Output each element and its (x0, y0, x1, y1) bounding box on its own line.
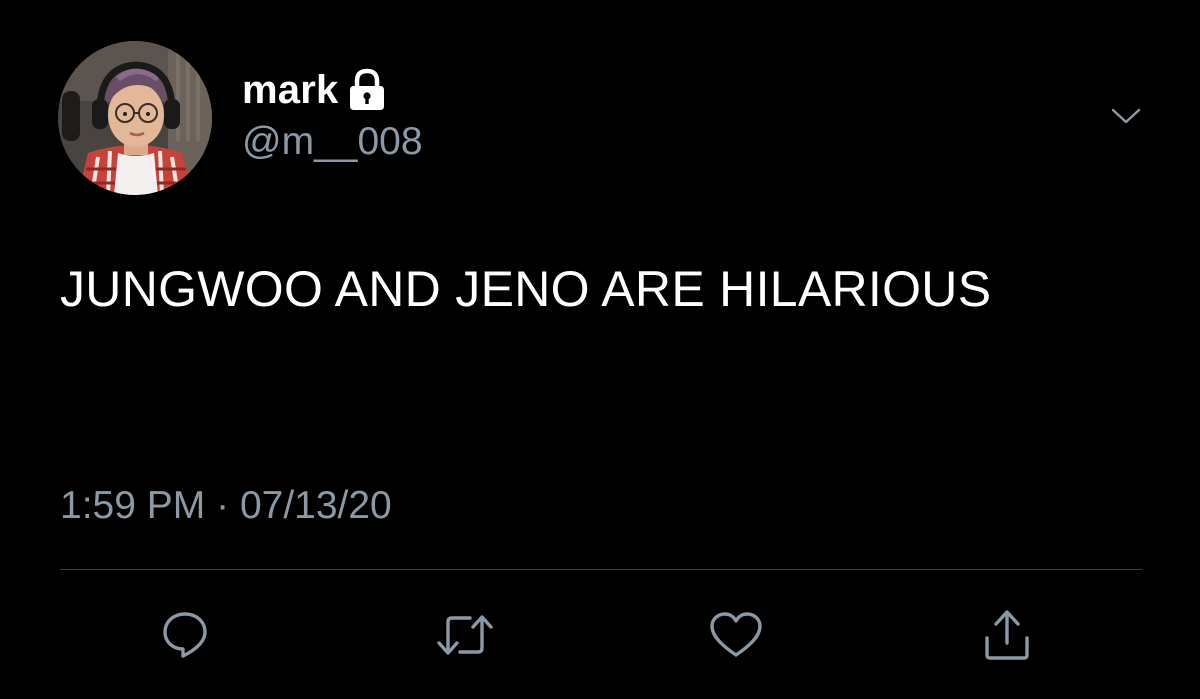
like-icon (710, 612, 762, 657)
timestamp[interactable]: 1:59 PM · 07/13/20 (60, 484, 392, 528)
tweet-detail: mark @m__008 JUNGWOO AND JENO ARE HILARI… (0, 0, 1200, 699)
reply-icon (163, 612, 207, 658)
display-name-row: mark (242, 64, 386, 116)
tweet-text: JUNGWOO AND JENO ARE HILARIOUS (60, 261, 992, 317)
display-name[interactable]: mark (242, 68, 338, 113)
tweet-date: 07/13/20 (239, 484, 392, 527)
tweet-time: 1:59 PM (60, 484, 206, 527)
retweet-button[interactable] (430, 600, 500, 670)
share-icon (985, 610, 1029, 660)
share-button[interactable] (972, 600, 1042, 670)
tweet-actions (0, 600, 1200, 670)
profile-photo (58, 41, 212, 195)
like-button[interactable] (701, 600, 771, 670)
lock-icon (348, 68, 386, 112)
user-handle[interactable]: @m__008 (242, 120, 423, 164)
chevron-down-icon (1111, 108, 1141, 124)
timestamp-separator: · (216, 484, 230, 527)
reply-button[interactable] (150, 600, 220, 670)
divider (60, 569, 1142, 570)
tweet-menu-button[interactable] (1098, 96, 1154, 136)
avatar[interactable] (58, 41, 212, 195)
retweet-icon (437, 615, 493, 655)
